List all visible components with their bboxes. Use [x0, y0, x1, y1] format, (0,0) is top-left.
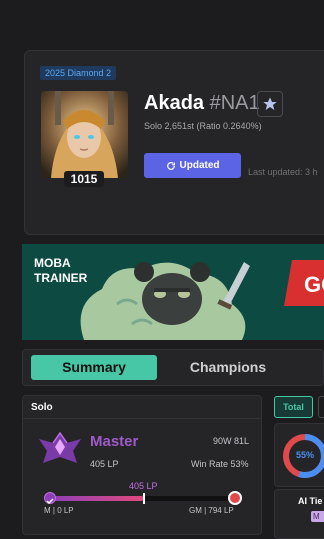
banner-title-line1: MOBA	[34, 256, 71, 270]
solo-card-title: Solo	[31, 402, 53, 413]
summoner-name-text: Akada	[144, 92, 205, 114]
grandmaster-goal-icon	[228, 491, 242, 505]
banner-title-line2: TRAINER	[34, 271, 88, 285]
banner-title: MOBA TRAINER	[34, 256, 87, 286]
ai-tier-badge: M	[311, 511, 324, 522]
banner-cta-text: GO	[304, 272, 324, 297]
refresh-icon	[166, 161, 175, 170]
update-button-label: Updated	[179, 160, 220, 171]
lp-progress-fill	[50, 496, 145, 501]
progress-start-label: M | 0 LP	[44, 506, 74, 515]
tab-champions[interactable]: Champions	[158, 355, 298, 380]
avatar	[41, 91, 128, 178]
progress-end-label: GM | 794 LP	[189, 506, 234, 515]
summoner-tag: #NA1	[209, 92, 260, 114]
master-emblem-icon	[37, 429, 83, 474]
ladder-rank: Solo 2,651st (Ratio 0.2640%)	[144, 121, 262, 131]
favorite-button[interactable]	[257, 91, 283, 117]
master-start-icon	[44, 492, 56, 505]
update-button[interactable]: Updated	[144, 153, 241, 178]
filter-next-button[interactable]	[318, 396, 324, 418]
divider	[22, 418, 262, 419]
summoner-level: 1015	[64, 171, 104, 187]
rank-tier: Master	[90, 433, 139, 450]
pie-percent: 55%	[296, 450, 315, 460]
league-points: 405 LP	[90, 459, 119, 469]
win-rate: Win Rate 53%	[191, 459, 249, 469]
tab-summary[interactable]: Summary	[31, 355, 157, 380]
season-rank-badge: 2025 Diamond 2	[40, 66, 117, 80]
last-updated-text: Last updated: 3 h	[248, 167, 318, 177]
progress-lp-label: 405 LP	[129, 481, 158, 491]
ai-tier-title: AI Tie	[298, 496, 323, 506]
win-loss-record: 90W 81L	[213, 436, 250, 446]
filter-total-button[interactable]: Total	[274, 396, 313, 418]
star-icon	[263, 97, 277, 110]
summoner-name: Akada #NA1	[144, 92, 260, 115]
lp-progress-marker	[143, 493, 146, 504]
